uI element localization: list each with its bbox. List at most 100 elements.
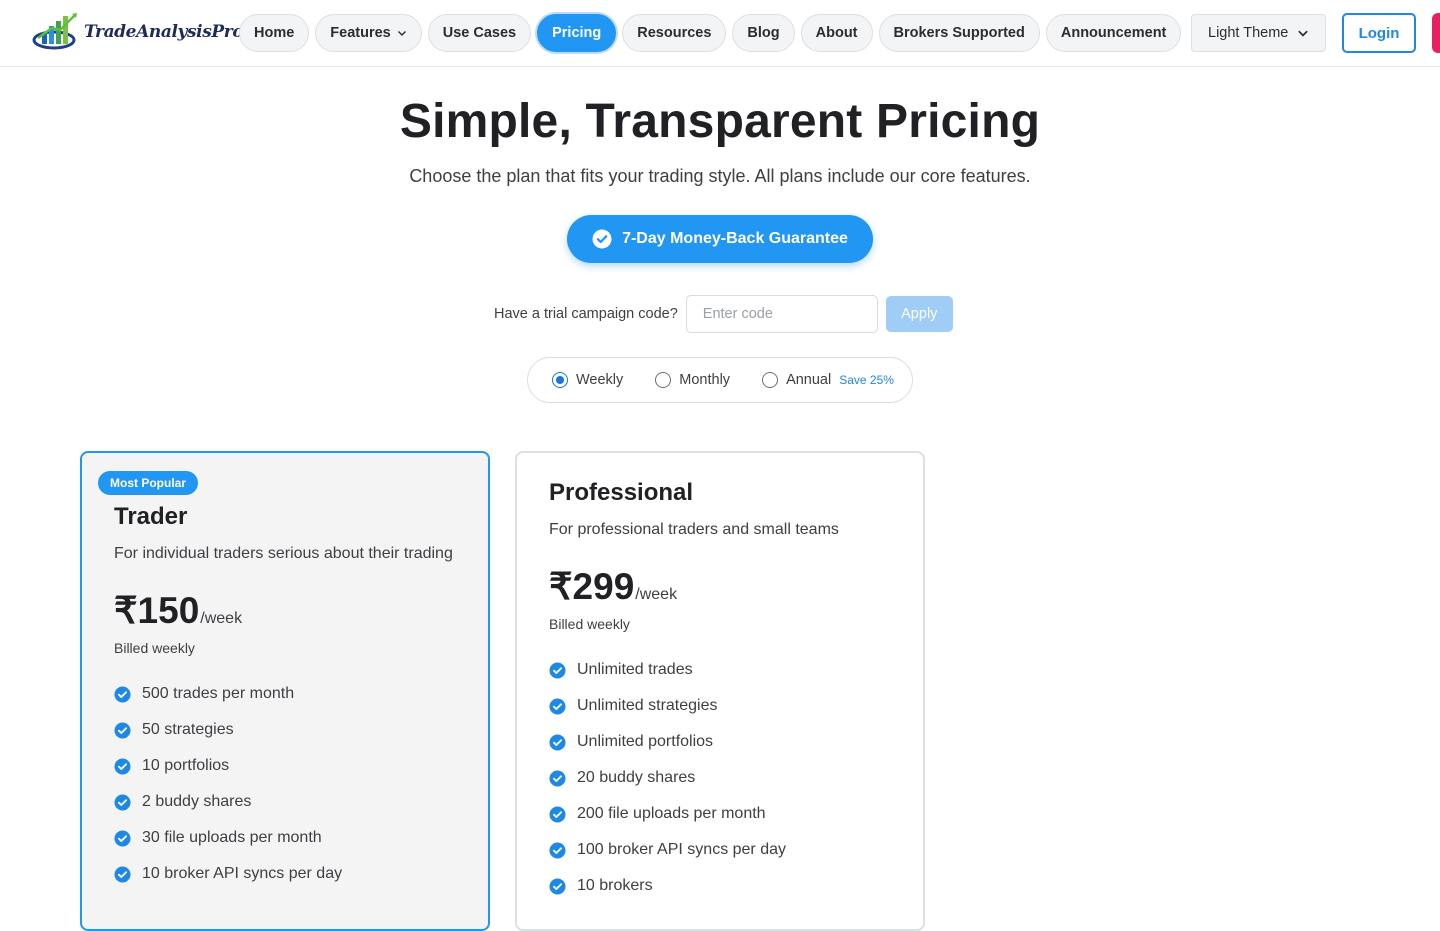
feature-text: 50 strategies: [142, 721, 234, 738]
feature-text: 10 portfolios: [142, 757, 230, 774]
brand-logo[interactable]: TradeAnalysisPro: [32, 12, 244, 52]
check-circle-icon: [114, 685, 131, 703]
login-button[interactable]: Login: [1342, 13, 1416, 53]
check-circle-icon: [549, 697, 566, 715]
nav-announcement[interactable]: Announcement: [1045, 14, 1182, 52]
check-circle-icon: [549, 661, 566, 679]
price-period: /week: [635, 586, 678, 603]
most-popular-badge: Most Popular: [98, 471, 199, 495]
apply-code-button[interactable]: Apply: [885, 296, 953, 332]
brand-name: TradeAnalysisPro: [84, 22, 244, 42]
check-badge-icon: [592, 229, 612, 249]
check-circle-icon: [114, 721, 131, 739]
chevron-down-icon: [1298, 30, 1308, 37]
nav-pricing-label: Pricing: [552, 25, 602, 41]
theme-select-value: Light Theme: [1208, 25, 1289, 41]
billing-note: Billed weekly: [549, 616, 630, 632]
guarantee-label: 7-Day Money-Back Guarantee: [622, 230, 848, 247]
promo-code-label: Have a trial campaign code?: [494, 306, 678, 322]
plan-name: Professional: [549, 479, 694, 506]
check-circle-icon: [549, 841, 566, 859]
feature-text: 100 broker API syncs per day: [577, 841, 786, 858]
nav-use-cases-label: Use Cases: [442, 25, 517, 41]
chart-logo-icon: [32, 13, 77, 50]
price-period: /week: [200, 610, 243, 627]
check-circle-icon: [549, 769, 566, 787]
billing-option-weekly[interactable]: Weekly: [552, 372, 623, 388]
plan-card-trader: Most Popular Trader For individual trade…: [80, 451, 490, 931]
price-amount: ₹150: [114, 590, 200, 631]
billing-note: Billed weekly: [114, 640, 195, 656]
main-nav: Home Features Use Cases Pricing Resource…: [239, 14, 1182, 52]
plan-price: ₹150 /week: [114, 589, 242, 632]
feature-item: 2 buddy shares: [114, 784, 342, 820]
check-circle-icon: [114, 865, 131, 883]
nav-use-cases[interactable]: Use Cases: [427, 14, 532, 52]
chevron-down-icon: [397, 31, 406, 36]
feature-item: Unlimited trades: [549, 652, 786, 688]
nav-blog-label: Blog: [747, 25, 780, 41]
nav-home[interactable]: Home: [239, 14, 310, 52]
plan-description: For individual traders serious about the…: [114, 545, 453, 562]
billing-option-label: Weekly: [576, 372, 624, 388]
nav-blog[interactable]: Blog: [732, 14, 795, 52]
check-circle-icon: [114, 793, 131, 811]
feature-item: 10 portfolios: [114, 748, 342, 784]
feature-item: 10 brokers: [549, 868, 786, 904]
radio-monthly[interactable]: [655, 372, 672, 388]
site-header: TradeAnalysisPro Home Features Use Cases…: [0, 0, 1440, 67]
feature-text: 30 file uploads per month: [142, 829, 322, 846]
feature-item: 20 buddy shares: [549, 760, 786, 796]
nav-resources-label: Resources: [637, 25, 712, 41]
billing-option-monthly[interactable]: Monthly: [655, 372, 730, 388]
nav-about-label: About: [815, 25, 858, 41]
nav-brokers-supported[interactable]: Brokers Supported: [878, 14, 1040, 52]
check-circle-icon: [549, 733, 566, 751]
feature-text: Unlimited strategies: [577, 697, 718, 714]
feature-item: Unlimited strategies: [549, 688, 786, 724]
promo-code-input[interactable]: [685, 295, 878, 333]
feature-item: 500 trades per month: [114, 676, 342, 712]
price-amount: ₹299: [549, 566, 635, 607]
feature-item: Unlimited portfolios: [549, 724, 786, 760]
billing-period-toggle: Weekly Monthly Annual Save 25%: [527, 357, 913, 403]
nav-resources[interactable]: Resources: [622, 14, 727, 52]
nav-features-label: Features: [330, 25, 391, 41]
feature-text: 10 brokers: [577, 877, 653, 894]
nav-announcement-label: Announcement: [1060, 25, 1167, 41]
plan-price: ₹299 /week: [549, 565, 677, 608]
feature-list: 500 trades per month 50 strategies 10 po…: [114, 676, 342, 892]
feature-text: 10 broker API syncs per day: [142, 865, 343, 882]
radio-annual[interactable]: [762, 372, 779, 388]
money-back-guarantee-button[interactable]: 7-Day Money-Back Guarantee: [567, 215, 873, 263]
plan-name: Trader: [114, 503, 188, 530]
check-circle-icon: [114, 757, 131, 775]
theme-select[interactable]: Light Theme: [1191, 14, 1326, 52]
nav-about[interactable]: About: [800, 14, 873, 52]
feature-text: 500 trades per month: [142, 685, 295, 702]
radio-weekly[interactable]: [552, 372, 568, 388]
promo-code-row: Have a trial campaign code? Apply: [494, 295, 953, 333]
check-circle-icon: [114, 829, 131, 847]
feature-item: 50 strategies: [114, 712, 342, 748]
billing-option-annual[interactable]: Annual Save 25%: [762, 372, 894, 388]
feature-text: 200 file uploads per month: [577, 805, 766, 822]
login-label: Login: [1358, 24, 1400, 42]
billing-option-label: Monthly: [679, 372, 731, 388]
nav-pricing[interactable]: Pricing: [537, 14, 617, 52]
feature-list: Unlimited trades Unlimited strategies Un…: [549, 652, 786, 904]
nav-brokers-label: Brokers Supported: [893, 25, 1025, 41]
feature-text: Unlimited portfolios: [577, 733, 714, 750]
feature-text: 20 buddy shares: [577, 769, 696, 786]
save-badge: Save 25%: [839, 373, 894, 387]
nav-home-label: Home: [254, 25, 295, 41]
check-circle-icon: [549, 877, 566, 895]
feature-text: 2 buddy shares: [142, 793, 252, 810]
feature-item: 100 broker API syncs per day: [549, 832, 786, 868]
feature-item: 10 broker API syncs per day: [114, 856, 342, 892]
feature-text: Unlimited trades: [577, 661, 693, 678]
plan-card-professional: Professional For professional traders an…: [515, 451, 925, 931]
signup-button[interactable]: [1432, 13, 1440, 53]
nav-features[interactable]: Features: [315, 14, 422, 52]
check-circle-icon: [549, 805, 566, 823]
